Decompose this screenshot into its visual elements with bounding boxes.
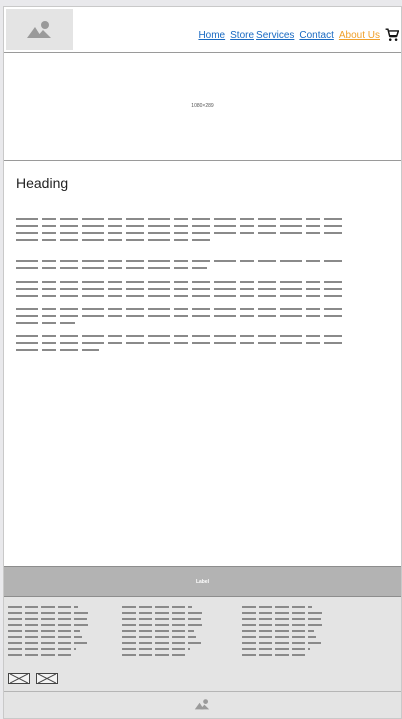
- placeholder-text-line: [16, 264, 208, 271]
- footer-links-area: [4, 597, 401, 691]
- placeholder-text-line: [16, 236, 214, 243]
- footer-column-1: [8, 603, 98, 657]
- content-heading: Heading: [16, 175, 69, 191]
- footer-bottom-bar: [4, 691, 401, 718]
- placeholder-text-line: [242, 651, 307, 657]
- footer-label: Label: [195, 579, 210, 585]
- placeholder-text-line: [16, 222, 346, 229]
- image-placeholder-icon: [27, 21, 51, 38]
- placeholder-text-line: [16, 257, 346, 264]
- wireframe-page: Home Store Services Contact About Us 108…: [3, 6, 402, 719]
- site-header: Home Store Services Contact About Us: [4, 7, 401, 53]
- placeholder-text-line: [16, 285, 346, 292]
- footer-column-3: [242, 603, 332, 657]
- placeholder-text-line: [16, 229, 346, 236]
- footer-column-2: [122, 603, 212, 657]
- placeholder-paragraph: [16, 278, 346, 299]
- placeholder-text-line: [16, 332, 346, 339]
- main-nav: Home Store Services Contact About Us: [198, 27, 399, 43]
- placeholder-text-line: [16, 278, 346, 285]
- placeholder-text-line: [16, 339, 346, 346]
- placeholder-text-line: [16, 215, 346, 222]
- logo-placeholder[interactable]: [6, 9, 73, 50]
- shopping-cart-icon[interactable]: [385, 28, 399, 42]
- placeholder-text-line: [16, 319, 76, 326]
- nav-link-contact[interactable]: Contact: [299, 30, 333, 41]
- placeholder-paragraph: [16, 215, 346, 243]
- placeholder-text-line: [8, 651, 73, 657]
- placeholder-text-line: [16, 292, 346, 299]
- nav-link-store[interactable]: Store: [230, 30, 254, 41]
- placeholder-text-line: [16, 312, 346, 319]
- nav-link-home[interactable]: Home: [198, 30, 225, 41]
- placeholder-paragraph: [16, 305, 346, 326]
- social-icon-placeholder-1[interactable]: [8, 673, 30, 684]
- nav-link-services[interactable]: Services: [256, 30, 294, 41]
- placeholder-paragraph: [16, 332, 346, 353]
- placeholder-text-line: [16, 346, 99, 353]
- footer-label-bar: Label: [4, 566, 401, 597]
- nav-link-about-us[interactable]: About Us: [339, 30, 380, 41]
- placeholder-paragraph: [16, 257, 346, 271]
- placeholder-text-line: [122, 651, 187, 657]
- placeholder-text-line: [16, 305, 346, 312]
- hero-image-placeholder: 1080×289: [4, 53, 401, 161]
- social-icon-placeholder-2[interactable]: [36, 673, 58, 684]
- image-placeholder-icon: [194, 699, 210, 710]
- hero-dimension-label: 1080×289: [191, 103, 214, 109]
